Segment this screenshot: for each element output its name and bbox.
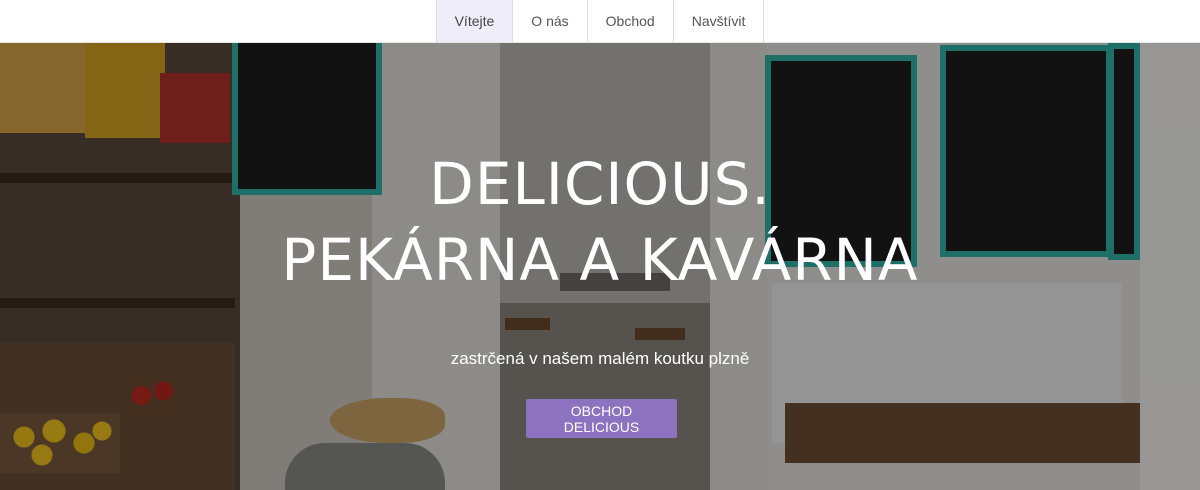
hero-content: DELICIOUS. PEKÁRNA A KAVÁRNA zastrčená v… [0, 43, 1200, 490]
shop-button[interactable]: OBCHOD DELICIOUS [526, 399, 677, 438]
hero-title-line2: PEKÁRNA A KAVÁRNA [281, 226, 919, 294]
nav-item-navstivit[interactable]: Navštívit [672, 0, 765, 42]
nav-item-vitejte[interactable]: Vítejte [435, 0, 513, 42]
nav-item-obchod[interactable]: Obchod [586, 0, 673, 42]
nav-list: Vítejte O nás Obchod Navštívit [435, 0, 765, 42]
hero-title: DELICIOUS. PEKÁRNA A KAVÁRNA [0, 146, 1200, 298]
hero-title-line1: DELICIOUS. [429, 150, 771, 218]
hero-section: DELICIOUS. PEKÁRNA A KAVÁRNA zastrčená v… [0, 43, 1200, 490]
hero-subtitle: zastrčená v našem malém koutku plzně [450, 349, 750, 368]
nav-item-o-nas[interactable]: O nás [512, 0, 586, 42]
top-navigation: Vítejte O nás Obchod Navštívit [0, 0, 1200, 43]
